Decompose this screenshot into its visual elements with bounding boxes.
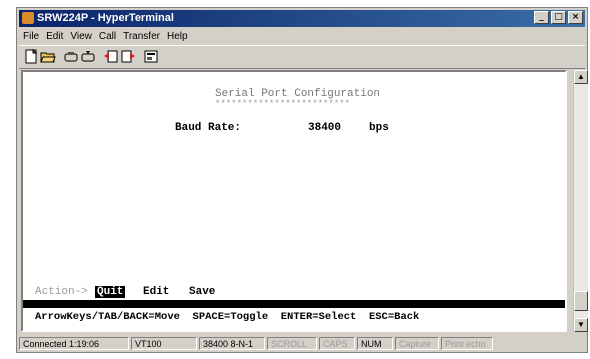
window-controls: _ □ × <box>534 11 583 24</box>
help-line: ArrowKeys/TAB/BACK=Move SPACE=Toggle ENT… <box>35 311 420 323</box>
menu-file[interactable]: File <box>23 31 39 42</box>
action-label: Action-> <box>35 286 88 298</box>
hyperterminal-app-icon <box>22 12 34 24</box>
receive-icon[interactable] <box>120 49 136 64</box>
status-connected: Connected 1:19:06 <box>19 336 129 350</box>
status-capture: Capture <box>395 336 439 350</box>
connect-icon[interactable] <box>63 49 79 64</box>
terminal-screen[interactable]: Serial Port Configuration **************… <box>23 72 565 330</box>
scroll-up-icon[interactable]: ▲ <box>574 70 588 84</box>
heading-underline: ************************* <box>215 99 351 109</box>
status-scroll: SCROLL <box>267 336 317 350</box>
status-bar: Connected 1:19:06 VT100 38400 8-N-1 SCRO… <box>19 335 585 351</box>
terminal-frame: Serial Port Configuration **************… <box>21 70 567 332</box>
menu-help[interactable]: Help <box>167 31 188 42</box>
action-quit[interactable]: Quit <box>95 286 126 298</box>
scroll-thumb[interactable] <box>574 291 588 311</box>
open-icon[interactable] <box>40 49 56 64</box>
status-settings: 38400 8-N-1 <box>199 336 265 350</box>
maximize-button[interactable]: □ <box>551 11 566 24</box>
vertical-scrollbar[interactable]: ▲ ▼ <box>573 70 588 332</box>
action-edit[interactable]: Edit <box>143 286 169 298</box>
hyperterminal-window: SRW224P - HyperTerminal _ □ × File Edit … <box>16 7 588 353</box>
title-bar: SRW224P - HyperTerminal _ □ × <box>19 10 585 27</box>
disconnect-icon[interactable] <box>80 49 96 64</box>
menu-edit[interactable]: Edit <box>46 31 63 42</box>
send-icon[interactable] <box>103 49 119 64</box>
separator-bar <box>23 300 565 308</box>
close-button[interactable]: × <box>568 11 583 24</box>
baud-rate-unit: bps <box>369 122 389 134</box>
minimize-button[interactable]: _ <box>534 11 549 24</box>
new-icon[interactable] <box>23 49 39 64</box>
status-emulation: VT100 <box>131 336 197 350</box>
baud-rate-label: Baud Rate: <box>175 122 242 134</box>
baud-rate-value[interactable]: 38400 <box>308 122 341 134</box>
status-caps: CAPS <box>319 336 355 350</box>
window-title: SRW224P - HyperTerminal <box>37 12 174 24</box>
toolbar <box>19 45 585 69</box>
scroll-down-icon[interactable]: ▼ <box>574 318 588 332</box>
status-print-echo: Print echo <box>441 336 493 350</box>
properties-icon[interactable] <box>143 49 159 64</box>
menu-call[interactable]: Call <box>99 31 116 42</box>
menu-transfer[interactable]: Transfer <box>123 31 160 42</box>
action-save[interactable]: Save <box>189 286 215 298</box>
status-num: NUM <box>357 336 393 350</box>
menu-bar: File Edit View Call Transfer Help <box>19 29 585 44</box>
menu-view[interactable]: View <box>70 31 92 42</box>
